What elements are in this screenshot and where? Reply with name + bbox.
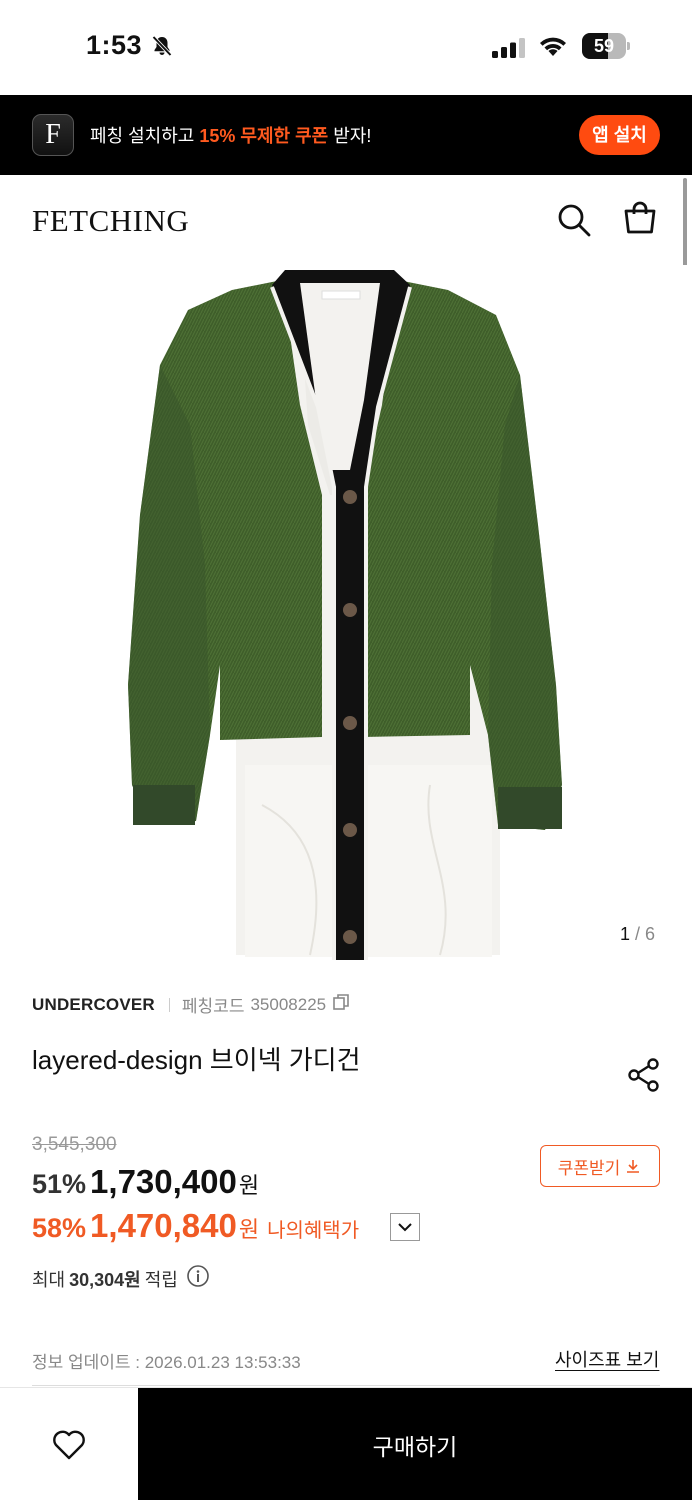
gallery-total: 6 bbox=[645, 924, 656, 944]
brand-row: UNDERCOVER 페칭코드 35008225 bbox=[32, 992, 350, 1017]
product-code-label: 페칭코드 bbox=[181, 997, 245, 1016]
benefit-price-row: 58% 1,470,840 원 나의혜택가 bbox=[32, 1207, 359, 1245]
benefit-expand-button[interactable] bbox=[390, 1213, 420, 1241]
sale-price-row: 51% 1,730,400 원 bbox=[32, 1163, 259, 1201]
battery-icon: 59 bbox=[582, 33, 630, 59]
info-icon[interactable] bbox=[186, 1264, 210, 1293]
points-suffix: 적립 bbox=[144, 1269, 178, 1290]
sale-price: 1,730,400 bbox=[90, 1163, 237, 1200]
site-logo[interactable]: FETCHING bbox=[32, 203, 189, 239]
search-icon[interactable] bbox=[556, 202, 592, 238]
bell-slash-icon bbox=[150, 34, 174, 63]
site-header: FETCHING bbox=[0, 175, 692, 265]
status-time: 1:53 bbox=[86, 30, 143, 60]
benefit-price-label: 나의혜택가 bbox=[267, 1220, 360, 1242]
benefit-discount-percent: 58% bbox=[32, 1213, 87, 1243]
original-price: 3,545,300 bbox=[32, 1134, 117, 1155]
banner-message-suffix: 받자! bbox=[328, 126, 372, 146]
discount-percent: 51% bbox=[32, 1169, 87, 1199]
gallery-current: 1 bbox=[620, 924, 631, 944]
product-image-gallery[interactable] bbox=[0, 265, 692, 970]
wifi-icon bbox=[537, 34, 569, 63]
points-value: 30,304원 bbox=[69, 1269, 141, 1290]
status-bar: 1:53 59 bbox=[0, 0, 692, 95]
section-divider bbox=[32, 1385, 660, 1386]
benefit-price: 1,470,840 bbox=[90, 1207, 237, 1244]
product-image-cardigan bbox=[128, 270, 562, 960]
coupon-label: 쿠폰받기 bbox=[557, 1158, 621, 1178]
divider bbox=[168, 997, 170, 1012]
gallery-page-indicator: 1 / 6 bbox=[620, 924, 655, 945]
product-title: layered-design 브이넥 가디건 bbox=[32, 1045, 361, 1075]
reward-points: 최대 30,304원 적립 bbox=[32, 1264, 210, 1293]
currency-unit: 원 bbox=[238, 1173, 260, 1198]
share-icon[interactable] bbox=[626, 1057, 662, 1093]
shopping-bag-icon[interactable] bbox=[622, 200, 658, 236]
wishlist-button[interactable] bbox=[0, 1388, 138, 1500]
app-install-button[interactable]: 앱 설치 bbox=[579, 115, 660, 155]
size-chart-link[interactable]: 사이즈표 보기 bbox=[555, 1346, 659, 1372]
download-icon bbox=[627, 1160, 640, 1173]
points-prefix: 최대 bbox=[32, 1269, 66, 1290]
purchase-bar: 구매하기 bbox=[0, 1387, 692, 1500]
product-code-value: 35008225 bbox=[250, 994, 327, 1014]
battery-percent: 59 bbox=[593, 36, 615, 56]
brand-name[interactable]: UNDERCOVER bbox=[32, 995, 155, 1015]
app-install-banner: F 페칭 설치하고 15% 무제한 쿠폰 받자! 앱 설치 bbox=[0, 95, 692, 175]
cellular-signal-icon bbox=[492, 38, 526, 63]
info-update-time: 정보 업데이트 : 2026.01.23 13:53:33 bbox=[32, 1353, 301, 1372]
buy-button[interactable]: 구매하기 bbox=[138, 1388, 692, 1500]
fetching-app-icon: F bbox=[32, 114, 74, 156]
banner-message-prefix: 페칭 설치하고 bbox=[90, 126, 200, 146]
benefit-currency-unit: 원 bbox=[238, 1217, 260, 1242]
chevron-down-icon bbox=[398, 1223, 412, 1232]
banner-message-highlight: 15% 무제한 쿠폰 bbox=[199, 126, 329, 146]
heart-icon bbox=[53, 1430, 85, 1459]
coupon-download-button[interactable]: 쿠폰받기 bbox=[540, 1145, 660, 1187]
copy-icon[interactable] bbox=[332, 993, 350, 1016]
banner-message: 페칭 설치하고 15% 무제한 쿠폰 받자! bbox=[90, 122, 371, 148]
gallery-separator: / bbox=[630, 924, 646, 944]
